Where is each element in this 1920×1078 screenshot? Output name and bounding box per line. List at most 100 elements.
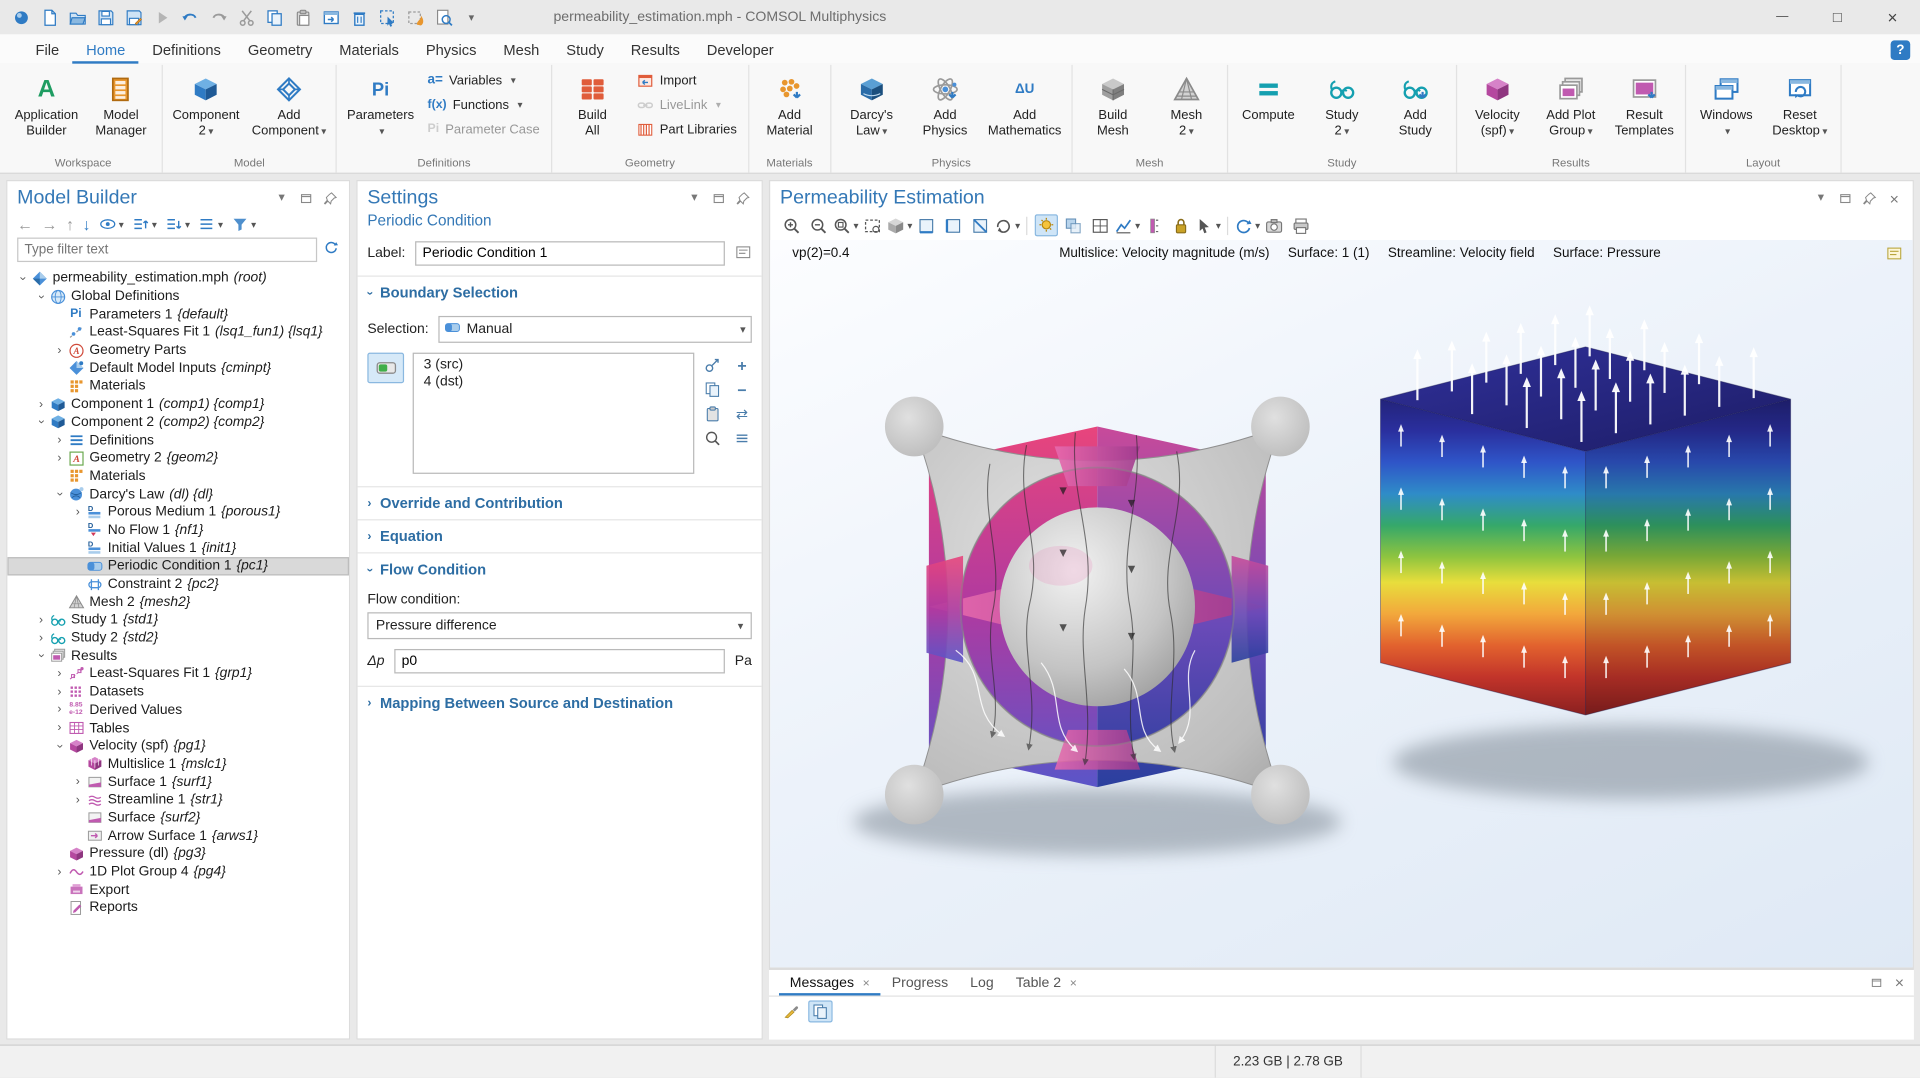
undo-icon[interactable]: [176, 4, 203, 31]
menu-tab-study[interactable]: Study: [553, 37, 618, 64]
graphics-canvas[interactable]: vp(2)=0.4 Multislice: Velocity magnitude…: [770, 240, 1912, 967]
save-icon[interactable]: [92, 4, 119, 31]
tree-item-arrow-surface-1[interactable]: Arrow Surface 1{arws1}: [7, 827, 349, 845]
tree-item-derived-values[interactable]: ›8.85e-12Derived Values: [7, 701, 349, 719]
copy-icon[interactable]: [261, 4, 288, 31]
clear-brush-icon[interactable]: [779, 1000, 803, 1022]
tree-item-porous-medium-1[interactable]: ›DPorous Medium 1{porous1}: [7, 503, 349, 521]
ribbon-button-model-manager[interactable]: ModelManager: [84, 65, 157, 156]
tree-item-constraint-2[interactable]: Constraint 2{pc2}: [7, 575, 349, 593]
tree-item-tables[interactable]: ›Tables: [7, 719, 349, 737]
menu-tab-developer[interactable]: Developer: [693, 37, 787, 64]
filter-icon[interactable]: ▾: [232, 216, 257, 233]
deselect-icon[interactable]: [402, 4, 429, 31]
section-override[interactable]: › Override and Contribution: [358, 486, 762, 519]
ribbon-button-build-all[interactable]: BuildAll: [556, 65, 629, 156]
ribbon-button-add-mathematics[interactable]: ΔUAddMathematics: [982, 65, 1068, 156]
ribbon-button-darcy-s-law[interactable]: Darcy'sLaw▾: [835, 65, 908, 156]
scene-light-icon[interactable]: [1035, 214, 1058, 236]
expand-icon[interactable]: ▾: [132, 216, 157, 233]
tree-item-results[interactable]: ›Results: [7, 647, 349, 665]
zoom-box-icon[interactable]: [861, 214, 884, 236]
tree-item-geometry-parts[interactable]: ›AGeometry Parts: [7, 341, 349, 359]
delete-icon[interactable]: [345, 4, 372, 31]
redo-icon[interactable]: [204, 4, 231, 31]
color-legend-icon[interactable]: [1142, 214, 1165, 236]
ribbon-button-result-templates[interactable]: ResultTemplates: [1608, 65, 1681, 156]
tree-item-velocity-spf[interactable]: ›Velocity (spf){pg1}: [7, 737, 349, 755]
tree-expander-open-icon[interactable]: ›: [34, 288, 47, 304]
tab-messages[interactable]: Messages×: [779, 970, 881, 996]
ribbon-button-component-2[interactable]: Component2▾: [166, 65, 245, 156]
lock-icon[interactable]: [1169, 214, 1192, 236]
tree-item-surface[interactable]: Surface{surf2}: [7, 809, 349, 827]
tree-item-multislice-1[interactable]: Multislice 1{mslc1}: [7, 755, 349, 773]
open-icon[interactable]: [64, 4, 91, 31]
tree-item-no-flow-1[interactable]: DNo Flow 1{nf1}: [7, 521, 349, 539]
swap-icon[interactable]: ⇄: [732, 404, 752, 424]
tree-item-study-1[interactable]: ›Study 1{std1}: [7, 611, 349, 629]
plot-info-icon[interactable]: [1886, 245, 1903, 266]
tree-item-1d-plot-group-4[interactable]: ›1D Plot Group 4{pg4}: [7, 863, 349, 881]
create-sel-icon[interactable]: [703, 355, 723, 375]
menu-tab-geometry[interactable]: Geometry: [234, 37, 325, 64]
update-icon[interactable]: ▾: [1236, 214, 1259, 236]
ribbon-button-import[interactable]: Import: [632, 69, 742, 92]
selection-item[interactable]: 3 (src): [414, 356, 693, 373]
section-equation[interactable]: › Equation: [358, 519, 762, 552]
tree-expander-closed-icon[interactable]: ›: [51, 434, 67, 447]
pin-icon[interactable]: [322, 190, 339, 207]
menu-tab-mesh[interactable]: Mesh: [490, 37, 553, 64]
flow-condition-dropdown[interactable]: Pressure difference ▾: [367, 612, 751, 639]
tree-item-geometry-2[interactable]: ›AGeometry 2{geom2}: [7, 449, 349, 467]
tree-expander-closed-icon[interactable]: ›: [51, 685, 67, 698]
paste-icon[interactable]: [289, 4, 316, 31]
ribbon-button-functions[interactable]: f(x)Functions▾: [423, 93, 545, 116]
boundary-selection-list[interactable]: 3 (src)4 (dst): [413, 353, 695, 474]
tree-item-mesh-2[interactable]: Mesh 2{mesh2}: [7, 593, 349, 611]
float-icon[interactable]: [298, 190, 315, 207]
zoom-out-icon[interactable]: [807, 214, 830, 236]
chev-down-icon[interactable]: ▾: [686, 190, 703, 207]
close-tab-icon[interactable]: ×: [1070, 977, 1077, 990]
run-icon[interactable]: [148, 4, 175, 31]
tree-item-global-definitions[interactable]: ›Global Definitions: [7, 287, 349, 305]
selection-item[interactable]: 4 (dst): [414, 373, 693, 390]
menu-tab-definitions[interactable]: Definitions: [139, 37, 235, 64]
ribbon-button-compute[interactable]: Compute: [1232, 65, 1305, 156]
tree-item-materials[interactable]: Materials: [7, 467, 349, 485]
tree-item-pressure-dl[interactable]: Pressure (dl){pg3}: [7, 845, 349, 863]
ribbon-button-part-libraries[interactable]: Part Libraries: [632, 118, 742, 141]
tree-expander-closed-icon[interactable]: ›: [33, 398, 49, 411]
ribbon-button-add-physics[interactable]: AddPhysics: [908, 65, 981, 156]
tree-expander-closed-icon[interactable]: ›: [70, 793, 86, 806]
customize-icon[interactable]: ▾: [458, 4, 485, 31]
go-yz-icon[interactable]: [942, 214, 965, 236]
tree-item-parameters-1[interactable]: PiParameters 1{default}: [7, 305, 349, 323]
float-icon[interactable]: [1870, 975, 1883, 991]
ribbon-button-windows[interactable]: Windows▾: [1690, 65, 1763, 156]
tree-item-darcy-s-law[interactable]: ›Darcy's Law(dl) {dl}: [7, 485, 349, 503]
label-input[interactable]: [415, 241, 725, 265]
tree-item-least-squares-fit-1[interactable]: ›Least-Squares Fit 1{grp1}: [7, 665, 349, 683]
tab-log[interactable]: Log: [959, 970, 1005, 996]
ribbon-button-add-plot-group[interactable]: Add PlotGroup▾: [1534, 65, 1607, 156]
tree-expander-closed-icon[interactable]: ›: [51, 865, 67, 878]
float-icon[interactable]: [710, 190, 727, 207]
tree-item-initial-values-1[interactable]: DInitial Values 1{init1}: [7, 539, 349, 557]
tree-item-reports[interactable]: Reports: [7, 899, 349, 917]
tab-progress[interactable]: Progress: [881, 970, 959, 996]
tree-item-surface-1[interactable]: ›Surface 1{surf1}: [7, 773, 349, 791]
back-icon[interactable]: ←: [17, 216, 33, 232]
node-text-icon[interactable]: ▾: [198, 216, 223, 233]
close-icon[interactable]: ×: [1886, 190, 1903, 207]
chev-down-icon[interactable]: ▾: [1812, 190, 1829, 207]
zoom-ext-icon[interactable]: ▾: [834, 214, 857, 236]
tree-expander-open-icon[interactable]: ›: [53, 738, 66, 754]
tree-item-study-2[interactable]: ›Study 2{std2}: [7, 629, 349, 647]
tree-expander-closed-icon[interactable]: ›: [51, 721, 67, 734]
insert-icon[interactable]: [317, 4, 344, 31]
section-boundary-selection[interactable]: › Boundary Selection: [358, 276, 762, 309]
dp-input[interactable]: [394, 649, 725, 673]
tree-item-materials[interactable]: Materials: [7, 377, 349, 395]
